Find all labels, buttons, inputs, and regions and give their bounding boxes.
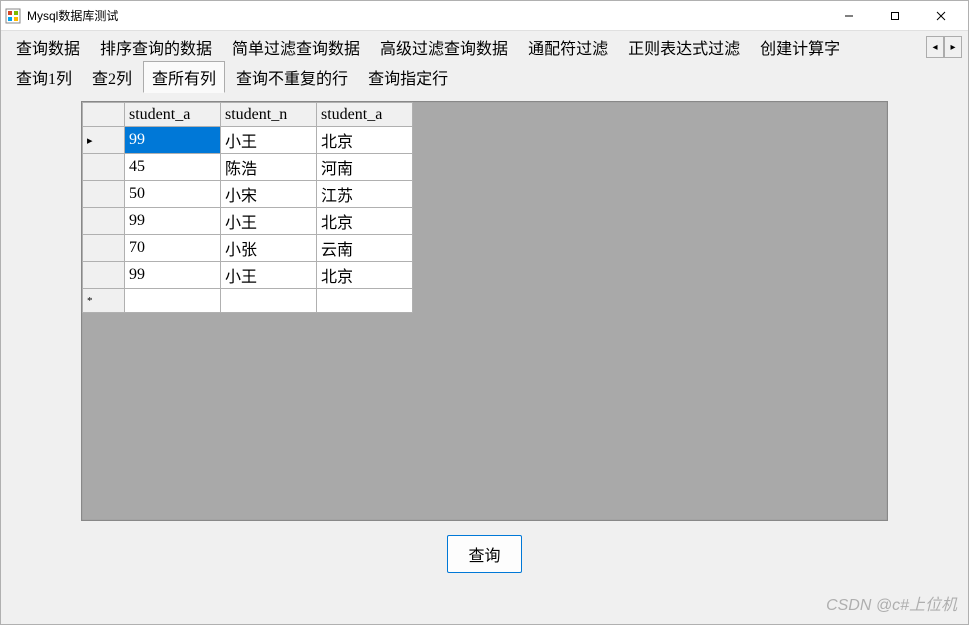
table-row[interactable]: 70 小张 云南 [83, 235, 413, 262]
button-row: 查询 [11, 521, 958, 573]
cell[interactable]: 江苏 [317, 181, 413, 208]
tab-query-1col[interactable]: 查询1列 [7, 61, 81, 93]
secondary-tab-strip: 查询1列 查2列 查所有列 查询不重复的行 查询指定行 [1, 61, 968, 91]
cell[interactable]: 50 [125, 181, 221, 208]
app-icon [5, 8, 21, 24]
row-indicator-current[interactable]: ▸ [83, 127, 125, 154]
column-header[interactable]: student_n [221, 103, 317, 127]
window-title: Mysql数据库测试 [27, 7, 826, 24]
close-button[interactable] [918, 1, 964, 31]
cell[interactable]: 北京 [317, 262, 413, 289]
table-row[interactable]: 99 小王 北京 [83, 208, 413, 235]
cell[interactable]: 99 [125, 208, 221, 235]
titlebar: Mysql数据库测试 [1, 1, 968, 31]
cell[interactable] [125, 289, 221, 313]
row-header[interactable] [83, 208, 125, 235]
tab-query-allcol[interactable]: 查所有列 [143, 61, 225, 93]
row-header[interactable] [83, 235, 125, 262]
row-header[interactable] [83, 181, 125, 208]
cell[interactable]: 小王 [221, 262, 317, 289]
tab-wildcard-filter[interactable]: 通配符过滤 [519, 31, 617, 63]
table-row[interactable]: 99 小王 北京 [83, 262, 413, 289]
cell[interactable]: 云南 [317, 235, 413, 262]
row-header[interactable] [83, 262, 125, 289]
tab-query-specific-row[interactable]: 查询指定行 [359, 61, 457, 93]
cell[interactable]: 99 [125, 262, 221, 289]
row-header[interactable] [83, 154, 125, 181]
cell[interactable]: 小王 [221, 127, 317, 154]
cell[interactable]: 小张 [221, 235, 317, 262]
cell[interactable]: 小王 [221, 208, 317, 235]
content-area: student_a student_n student_a ▸ 99 小王 北京 [1, 91, 968, 624]
table-row[interactable]: ▸ 99 小王 北京 [83, 127, 413, 154]
primary-tab-strip: 查询数据 排序查询的数据 简单过滤查询数据 高级过滤查询数据 通配符过滤 正则表… [1, 31, 968, 61]
tab-advanced-filter[interactable]: 高级过滤查询数据 [371, 31, 517, 63]
cell[interactable]: 小宋 [221, 181, 317, 208]
cell[interactable]: 河南 [317, 154, 413, 181]
tab-regex-filter[interactable]: 正则表达式过滤 [619, 31, 749, 63]
minimize-button[interactable] [826, 1, 872, 31]
table-row[interactable]: 45 陈浩 河南 [83, 154, 413, 181]
row-indicator-new[interactable]: * [83, 289, 125, 313]
tab-query-data[interactable]: 查询数据 [7, 31, 89, 63]
cell[interactable] [317, 289, 413, 313]
maximize-button[interactable] [872, 1, 918, 31]
tab-query-2col[interactable]: 查2列 [83, 61, 141, 93]
table-row-new[interactable]: * [83, 289, 413, 313]
cell[interactable] [221, 289, 317, 313]
tab-scroll-left[interactable]: ◂ [926, 36, 944, 58]
tab-query-distinct[interactable]: 查询不重复的行 [227, 61, 357, 93]
tab-scroll-right[interactable]: ▸ [944, 36, 962, 58]
column-header[interactable]: student_a [125, 103, 221, 127]
tab-sort-query[interactable]: 排序查询的数据 [91, 31, 221, 63]
datagrid[interactable]: student_a student_n student_a ▸ 99 小王 北京 [82, 102, 413, 313]
window-controls [826, 1, 964, 31]
app-window: Mysql数据库测试 查询数据 排序查询的数据 简单过滤查询数据 高级过滤查询数… [0, 0, 969, 625]
tab-scroll-controls: ◂ ▸ [926, 36, 962, 58]
cell[interactable]: 陈浩 [221, 154, 317, 181]
cell[interactable]: 70 [125, 235, 221, 262]
tab-simple-filter[interactable]: 简单过滤查询数据 [223, 31, 369, 63]
datagrid-container[interactable]: student_a student_n student_a ▸ 99 小王 北京 [81, 101, 888, 521]
query-button[interactable]: 查询 [447, 535, 521, 573]
corner-header[interactable] [83, 103, 125, 127]
cell[interactable]: 北京 [317, 127, 413, 154]
column-header[interactable]: student_a [317, 103, 413, 127]
cell[interactable]: 北京 [317, 208, 413, 235]
cell[interactable]: 99 [125, 127, 221, 154]
cell[interactable]: 45 [125, 154, 221, 181]
tab-computed-field[interactable]: 创建计算字 [751, 31, 849, 63]
table-row[interactable]: 50 小宋 江苏 [83, 181, 413, 208]
